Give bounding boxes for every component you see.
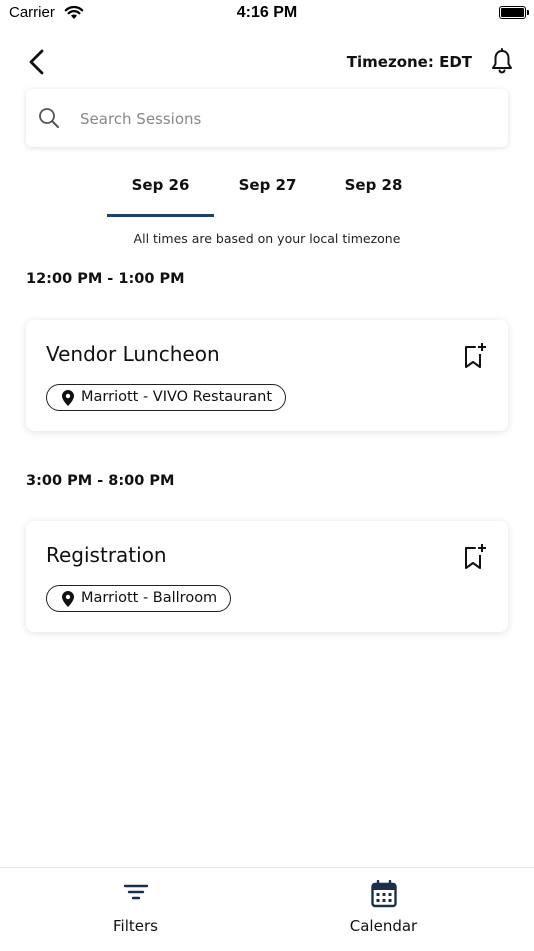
session-title: Vendor Luncheon <box>46 342 220 366</box>
map-pin-icon <box>62 591 74 607</box>
map-pin-icon <box>62 390 74 406</box>
bookmark-add-icon[interactable] <box>463 543 487 571</box>
filter-icon <box>123 884 148 900</box>
battery-icon <box>499 6 529 19</box>
nav-calendar-label: Calendar <box>349 917 418 935</box>
bottom-nav: Filters Calendar <box>0 867 534 951</box>
timezone-note: All times are based on your local timezo… <box>133 231 401 246</box>
calendar-icon <box>370 880 397 908</box>
location-badge: Marriott - Ballroom <box>46 585 232 612</box>
status-bar: Carrier 4:16 PM <box>0 0 534 30</box>
nav-filters[interactable]: Filters <box>2 868 269 951</box>
back-button[interactable] <box>22 45 52 79</box>
location-badge: Marriott - VIVO Restaurant <box>46 384 287 411</box>
search-bar[interactable] <box>26 89 508 147</box>
nav-filters-label: Filters <box>113 917 158 935</box>
tab-sep-26[interactable]: Sep 26 <box>107 165 214 217</box>
search-icon <box>39 108 59 128</box>
session-title: Registration <box>46 543 167 567</box>
tab-sep-28[interactable]: Sep 28 <box>320 165 427 217</box>
time-slot-header: 3:00 PM - 8:00 PM <box>26 473 175 489</box>
session-card[interactable]: Registration Marriott - Ballroom <box>26 521 508 632</box>
nav-calendar[interactable]: Calendar <box>250 868 517 951</box>
location-label: Marriott - VIVO Restaurant <box>81 389 273 405</box>
timezone-label: Timezone: EDT <box>346 53 472 71</box>
bookmark-add-icon[interactable] <box>463 342 487 370</box>
time-slot-header: 12:00 PM - 1:00 PM <box>26 271 185 287</box>
session-card[interactable]: Vendor Luncheon Marriott - VIVO Restaura… <box>26 320 508 431</box>
status-time: 4:16 PM <box>236 4 298 21</box>
tab-sep-27[interactable]: Sep 27 <box>214 165 321 217</box>
date-tabs: Sep 26 Sep 27 Sep 28 <box>0 165 534 217</box>
location-label: Marriott - Ballroom <box>81 590 218 606</box>
notifications-bell-icon[interactable] <box>489 48 515 76</box>
search-input[interactable] <box>78 103 502 135</box>
